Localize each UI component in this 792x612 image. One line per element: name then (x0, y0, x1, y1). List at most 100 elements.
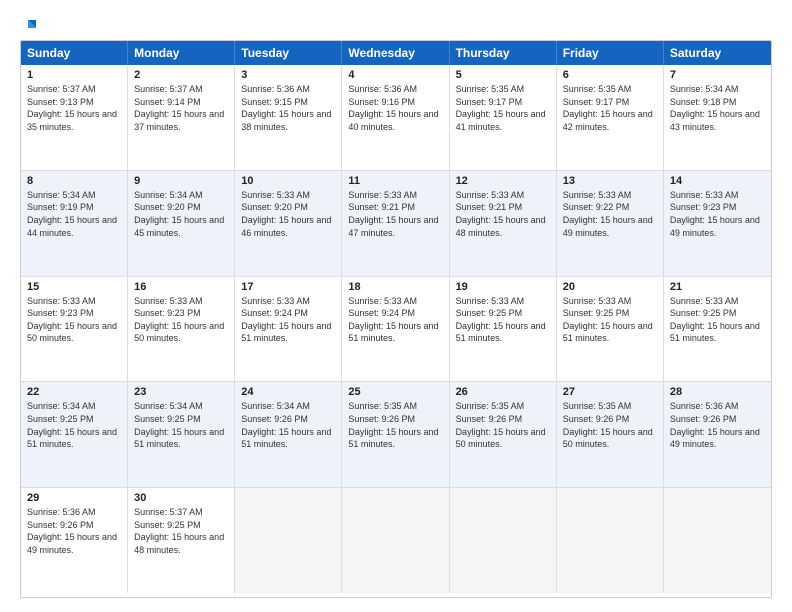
day-number: 8 (27, 175, 121, 187)
day-cell-10: 10 Sunrise: 5:33 AMSunset: 9:20 PMDayligh… (235, 171, 342, 276)
cell-info: Sunrise: 5:35 AMSunset: 9:26 PMDaylight:… (456, 400, 550, 450)
header-day-wednesday: Wednesday (342, 41, 449, 65)
day-cell-17: 17 Sunrise: 5:33 AMSunset: 9:24 PMDayligh… (235, 277, 342, 382)
cell-info: Sunrise: 5:37 AMSunset: 9:25 PMDaylight:… (134, 506, 228, 556)
cell-info: Sunrise: 5:34 AMSunset: 9:25 PMDaylight:… (134, 400, 228, 450)
day-number: 30 (134, 492, 228, 504)
day-number: 14 (670, 175, 765, 187)
cell-info: Sunrise: 5:33 AMSunset: 9:21 PMDaylight:… (456, 189, 550, 239)
day-number: 22 (27, 386, 121, 398)
page: SundayMondayTuesdayWednesdayThursdayFrid… (0, 0, 792, 612)
day-number: 28 (670, 386, 765, 398)
day-cell-18: 18Sunrise: 5:33 AMSunset: 9:24 PMDayligh… (342, 277, 449, 382)
day-cell-29: 29 Sunrise: 5:36 AMSunset: 9:26 PMDayligh… (21, 488, 128, 593)
day-cell-11: 11 Sunrise: 5:33 AMSunset: 9:21 PMDayligh… (342, 171, 449, 276)
day-number: 19 (456, 281, 550, 293)
day-number: 12 (456, 175, 550, 187)
day-cell-19: 19 Sunrise: 5:33 AMSunset: 9:25 PMDayligh… (450, 277, 557, 382)
day-cell-24: 24 Sunrise: 5:34 AMSunset: 9:26 PMDayligh… (235, 382, 342, 487)
cell-info: Sunrise: 5:33 AMSunset: 9:24 PMDaylight:… (241, 295, 335, 345)
day-number: 5 (456, 69, 550, 81)
day-number: 10 (241, 175, 335, 187)
day-number: 15 (27, 281, 121, 293)
day-number: 27 (563, 386, 657, 398)
day-number: 17 (241, 281, 335, 293)
day-number: 16 (134, 281, 228, 293)
cell-info: Sunrise: 5:35 AMSunset: 9:17 PMDaylight:… (456, 83, 550, 133)
day-number: 4 (348, 69, 442, 81)
calendar-header: SundayMondayTuesdayWednesdayThursdayFrid… (21, 41, 771, 65)
day-number: 11 (348, 175, 442, 187)
calendar-body: 1 Sunrise: 5:37 AMSunset: 9:13 PMDaylight… (21, 65, 771, 593)
cell-info: Sunrise: 5:35 AMSunset: 9:17 PMDaylight:… (563, 83, 657, 133)
day-number: 1 (27, 69, 121, 81)
day-cell-15: 15 Sunrise: 5:33 AMSunset: 9:23 PMDayligh… (21, 277, 128, 382)
empty-cell (342, 488, 449, 593)
cell-info: Sunrise: 5:37 AMSunset: 9:13 PMDaylight:… (27, 83, 121, 133)
day-cell-13: 13 Sunrise: 5:33 AMSunset: 9:22 PMDayligh… (557, 171, 664, 276)
day-cell-26: 26 Sunrise: 5:35 AMSunset: 9:26 PMDayligh… (450, 382, 557, 487)
day-cell-5: 5 Sunrise: 5:35 AMSunset: 9:17 PMDaylight… (450, 65, 557, 170)
day-cell-4: 4Sunrise: 5:36 AMSunset: 9:16 PMDaylight… (342, 65, 449, 170)
day-cell-16: 16 Sunrise: 5:33 AMSunset: 9:23 PMDayligh… (128, 277, 235, 382)
day-cell-1: 1 Sunrise: 5:37 AMSunset: 9:13 PMDaylight… (21, 65, 128, 170)
calendar-row-3: 15 Sunrise: 5:33 AMSunset: 9:23 PMDayligh… (21, 277, 771, 383)
header-day-sunday: Sunday (21, 41, 128, 65)
day-cell-6: 6Sunrise: 5:35 AMSunset: 9:17 PMDaylight… (557, 65, 664, 170)
day-cell-25: 25Sunrise: 5:35 AMSunset: 9:26 PMDayligh… (342, 382, 449, 487)
cell-info: Sunrise: 5:33 AMSunset: 9:25 PMDaylight:… (670, 295, 765, 345)
cell-info: Sunrise: 5:33 AMSunset: 9:22 PMDaylight:… (563, 189, 657, 239)
day-number: 21 (670, 281, 765, 293)
day-number: 29 (27, 492, 121, 504)
cell-info: Sunrise: 5:33 AMSunset: 9:23 PMDaylight:… (27, 295, 121, 345)
header (20, 18, 772, 30)
header-day-friday: Friday (557, 41, 664, 65)
logo-icon (22, 18, 38, 34)
day-number: 23 (134, 386, 228, 398)
day-number: 20 (563, 281, 657, 293)
day-cell-8: 8 Sunrise: 5:34 AMSunset: 9:19 PMDaylight… (21, 171, 128, 276)
day-cell-23: 23 Sunrise: 5:34 AMSunset: 9:25 PMDayligh… (128, 382, 235, 487)
cell-info: Sunrise: 5:33 AMSunset: 9:23 PMDaylight:… (670, 189, 765, 239)
cell-info: Sunrise: 5:33 AMSunset: 9:20 PMDaylight:… (241, 189, 335, 239)
day-number: 25 (348, 386, 442, 398)
day-cell-7: 7 Sunrise: 5:34 AMSunset: 9:18 PMDaylight… (664, 65, 771, 170)
day-cell-22: 22 Sunrise: 5:34 AMSunset: 9:25 PMDayligh… (21, 382, 128, 487)
cell-info: Sunrise: 5:34 AMSunset: 9:26 PMDaylight:… (241, 400, 335, 450)
day-cell-2: 2 Sunrise: 5:37 AMSunset: 9:14 PMDaylight… (128, 65, 235, 170)
header-day-thursday: Thursday (450, 41, 557, 65)
day-number: 26 (456, 386, 550, 398)
cell-info: Sunrise: 5:33 AMSunset: 9:23 PMDaylight:… (134, 295, 228, 345)
cell-info: Sunrise: 5:33 AMSunset: 9:24 PMDaylight:… (348, 295, 442, 345)
header-day-monday: Monday (128, 41, 235, 65)
day-number: 7 (670, 69, 765, 81)
logo (20, 18, 38, 30)
day-number: 9 (134, 175, 228, 187)
day-cell-12: 12 Sunrise: 5:33 AMSunset: 9:21 PMDayligh… (450, 171, 557, 276)
cell-info: Sunrise: 5:34 AMSunset: 9:25 PMDaylight:… (27, 400, 121, 450)
header-day-saturday: Saturday (664, 41, 771, 65)
day-number: 24 (241, 386, 335, 398)
cell-info: Sunrise: 5:34 AMSunset: 9:18 PMDaylight:… (670, 83, 765, 133)
cell-info: Sunrise: 5:36 AMSunset: 9:26 PMDaylight:… (670, 400, 765, 450)
cell-info: Sunrise: 5:33 AMSunset: 9:25 PMDaylight:… (563, 295, 657, 345)
cell-info: Sunrise: 5:36 AMSunset: 9:15 PMDaylight:… (241, 83, 335, 133)
day-number: 2 (134, 69, 228, 81)
cell-info: Sunrise: 5:35 AMSunset: 9:26 PMDaylight:… (563, 400, 657, 450)
day-number: 13 (563, 175, 657, 187)
cell-info: Sunrise: 5:36 AMSunset: 9:26 PMDaylight:… (27, 506, 121, 556)
calendar-row-5: 29 Sunrise: 5:36 AMSunset: 9:26 PMDayligh… (21, 488, 771, 593)
cell-info: Sunrise: 5:33 AMSunset: 9:21 PMDaylight:… (348, 189, 442, 239)
empty-cell (450, 488, 557, 593)
day-cell-21: 21 Sunrise: 5:33 AMSunset: 9:25 PMDayligh… (664, 277, 771, 382)
cell-info: Sunrise: 5:33 AMSunset: 9:25 PMDaylight:… (456, 295, 550, 345)
cell-info: Sunrise: 5:37 AMSunset: 9:14 PMDaylight:… (134, 83, 228, 133)
empty-cell (557, 488, 664, 593)
empty-cell (235, 488, 342, 593)
day-cell-20: 20 Sunrise: 5:33 AMSunset: 9:25 PMDayligh… (557, 277, 664, 382)
cell-info: Sunrise: 5:34 AMSunset: 9:19 PMDaylight:… (27, 189, 121, 239)
day-cell-14: 14 Sunrise: 5:33 AMSunset: 9:23 PMDayligh… (664, 171, 771, 276)
day-cell-9: 9Sunrise: 5:34 AMSunset: 9:20 PMDaylight… (128, 171, 235, 276)
calendar-row-2: 8 Sunrise: 5:34 AMSunset: 9:19 PMDaylight… (21, 171, 771, 277)
day-cell-27: 27 Sunrise: 5:35 AMSunset: 9:26 PMDayligh… (557, 382, 664, 487)
